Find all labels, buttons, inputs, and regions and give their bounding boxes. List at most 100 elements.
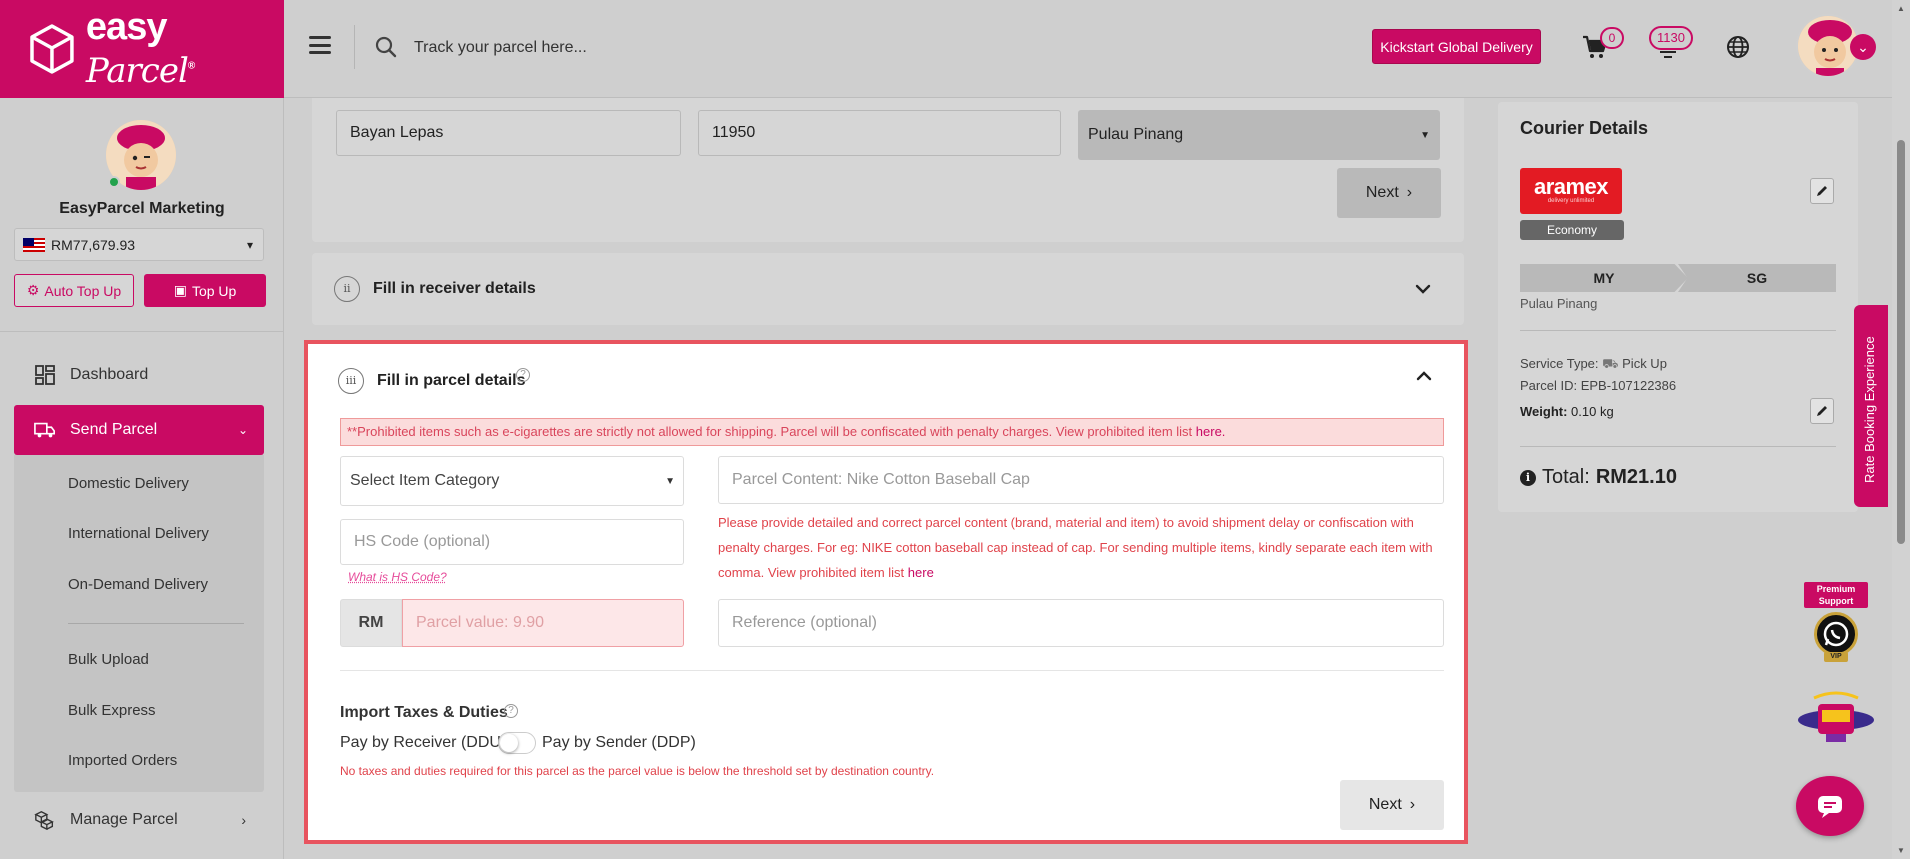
submenu-bulk-express[interactable]: Bulk Express (68, 702, 156, 719)
kickstart-global-delivery-button[interactable]: Kickstart Global Delivery (1372, 29, 1541, 64)
parcel-content-note: Please provide detailed and correct parc… (718, 510, 1448, 585)
parcel-id-row: Parcel ID: EPB-107122386 (1520, 378, 1676, 393)
search-icon[interactable] (374, 35, 398, 59)
vip-label: VIP (1824, 652, 1848, 662)
parcel-details-card: iii Fill in parcel details ? **Prohibite… (304, 340, 1468, 844)
chevron-right-icon: › (1406, 184, 1413, 201)
premium-support-label: Premium Support (1804, 582, 1868, 608)
aramex-tagline: delivery unlimited (1547, 198, 1595, 204)
cart-count-badge: 0 (1600, 27, 1624, 49)
weight-label: Weight: (1520, 404, 1568, 419)
menu-icon[interactable] (309, 36, 331, 54)
top-up-button[interactable]: ▣ Top Up (144, 274, 266, 307)
chevron-down-icon: ▾ (246, 237, 253, 252)
parcel-content-field[interactable] (718, 456, 1444, 504)
courier-details-title: Courier Details (1520, 118, 1649, 138)
notification-count-badge[interactable]: 1130 (1649, 26, 1693, 50)
auto-top-up-button[interactable]: ⚙ Auto Top Up (14, 274, 134, 307)
sender-next-button[interactable]: Next › (1337, 168, 1441, 218)
mystery-box-promo-icon[interactable] (1796, 690, 1876, 748)
chevron-right-icon: › (1409, 796, 1416, 813)
globe-icon[interactable] (1726, 35, 1750, 59)
content-prohibited-link[interactable]: here (908, 565, 934, 580)
page-scrollbar[interactable]: ▲ ▼ (1892, 0, 1910, 859)
balance-amount: RM77,679.93 (51, 236, 136, 253)
aramex-logo: aramex (1520, 168, 1622, 214)
caret-down-icon: ▼ (1420, 129, 1430, 141)
nav-manage-parcel-label: Manage Parcel (70, 811, 178, 828)
sender-state-select[interactable]: Pulau Pinang ▼ (1078, 110, 1440, 160)
rate-booking-experience-tab[interactable]: Rate Booking Experience (1854, 305, 1888, 507)
tax-payment-toggle[interactable] (498, 732, 536, 754)
item-category-value: Select Item Category (350, 472, 500, 489)
submenu-imported-orders[interactable]: Imported Orders (68, 752, 177, 769)
premium-support-widget[interactable]: Premium Support VIP (1804, 582, 1868, 664)
service-type-row: Service Type: ⛟ Pick Up (1520, 356, 1667, 374)
warning-text: **Prohibited items such as e-cigarettes … (347, 424, 1196, 439)
step-number-iii: iii (338, 368, 364, 394)
total-label: Total: (1542, 466, 1590, 488)
brand-logo[interactable]: easy Parcel® (0, 0, 284, 98)
submenu-on-demand-delivery[interactable]: On-Demand Delivery (68, 576, 208, 593)
prohibited-items-warning: **Prohibited items such as e-cigarettes … (340, 418, 1444, 446)
scroll-thumb[interactable] (1897, 140, 1905, 544)
reference-field[interactable] (718, 599, 1444, 647)
sender-postcode-field[interactable] (698, 110, 1061, 156)
parcel-next-button[interactable]: Next › (1340, 780, 1444, 830)
notification-icon[interactable] (1658, 50, 1678, 60)
tax-option-ddu: Pay by Receiver (DDU) (340, 734, 507, 751)
submenu-international-delivery[interactable]: International Delivery (68, 525, 209, 542)
cube-logo-icon (30, 24, 74, 74)
help-icon[interactable]: ? (504, 704, 518, 718)
help-icon[interactable]: ? (516, 368, 530, 382)
route-destination: SG (1678, 264, 1836, 292)
sender-city-field[interactable] (336, 110, 681, 156)
currency-label: RM (340, 599, 402, 647)
chevron-up-icon[interactable] (1414, 366, 1434, 386)
weight-row: Weight: 0.10 kg (1520, 404, 1614, 419)
chat-button[interactable] (1796, 776, 1864, 836)
caret-down-icon: ▼ (665, 475, 675, 487)
nav-manage-parcel[interactable]: Manage Parcel › (14, 796, 264, 844)
balance-selector[interactable]: RM77,679.93 ▾ (14, 228, 264, 261)
hs-code-field[interactable] (340, 519, 684, 565)
origin-state: Pulau Pinang (1520, 296, 1598, 311)
boxes-icon (34, 809, 56, 831)
edit-courier-button[interactable] (1810, 178, 1834, 204)
item-category-select[interactable]: Select Item Category ▼ (340, 456, 684, 506)
scroll-down-arrow[interactable]: ▼ (1896, 846, 1906, 855)
service-class-badge: Economy (1520, 220, 1624, 240)
dashboard-icon (34, 364, 56, 386)
parcel-section-title: Fill in parcel details (377, 372, 526, 389)
nav-dashboard-label: Dashboard (70, 366, 149, 383)
courier-details-card: Courier Details aramex delivery unlimite… (1498, 102, 1858, 512)
step-number-ii: ii (334, 276, 360, 302)
tax-note: No taxes and duties required for this pa… (340, 764, 935, 778)
scroll-up-arrow[interactable]: ▲ (1896, 4, 1906, 13)
service-type-value: Pick Up (1622, 356, 1667, 371)
whatsapp-icon (1814, 612, 1858, 656)
submenu-bulk-upload[interactable]: Bulk Upload (68, 651, 149, 668)
account-dropdown-icon[interactable]: ⌄ (1850, 34, 1876, 60)
import-taxes-title: Import Taxes & Duties (340, 704, 508, 721)
submenu-domestic-delivery[interactable]: Domestic Delivery (68, 475, 189, 492)
sender-next-label: Next (1365, 184, 1399, 201)
what-is-hs-code-link[interactable]: What is HS Code? (348, 570, 447, 584)
pencil-icon (1817, 406, 1827, 416)
nav-dashboard[interactable]: Dashboard (14, 351, 264, 399)
account-name: EasyParcel Marketing (59, 200, 225, 217)
submenu-divider (68, 623, 244, 624)
parcel-next-label: Next (1368, 796, 1402, 813)
chevron-down-icon: ⌄ (237, 423, 248, 437)
nav-send-parcel[interactable]: Send Parcel ⌄ (14, 405, 264, 455)
pencil-icon (1817, 186, 1827, 196)
receiver-section-title: Fill in receiver details (373, 280, 536, 297)
rate-tab-label: Rate Booking Experience (1862, 336, 1877, 483)
chat-bubble-icon (1818, 796, 1842, 818)
edit-weight-button[interactable] (1810, 398, 1834, 424)
brand-name: easy Parcel® (85, 6, 195, 91)
prohibited-list-link[interactable]: here. (1196, 424, 1226, 439)
chevron-down-icon[interactable] (1413, 279, 1433, 299)
track-parcel-input[interactable] (414, 30, 1014, 66)
parcel-value-field[interactable] (402, 599, 684, 647)
